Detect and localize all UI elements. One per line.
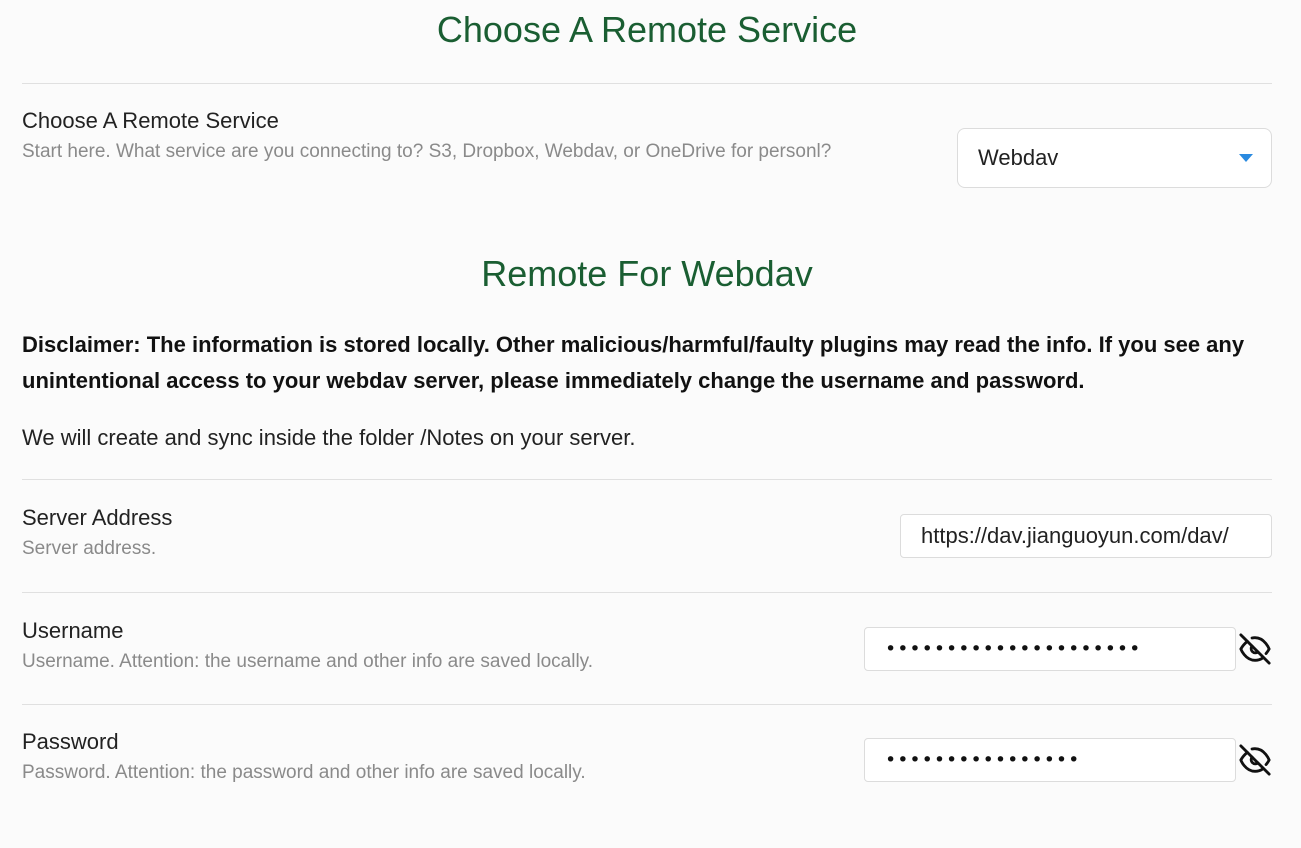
setting-info: Choose A Remote Service Start here. What… [22,108,957,170]
password-input[interactable]: •••••••••••••••• [864,738,1236,782]
dropdown-selected-value: Webdav [978,145,1059,170]
eye-off-icon[interactable] [1236,631,1272,667]
setting-name: Choose A Remote Service [22,108,279,133]
setting-description: Password. Attention: the password and ot… [22,762,586,783]
remote-service-dropdown[interactable]: Webdav [957,128,1272,188]
section-title-remote-service: Choose A Remote Service [436,9,858,50]
disclaimer-text: Disclaimer: The information is stored lo… [22,332,1245,393]
setting-name: Password [22,729,119,754]
setting-name: Server Address [22,505,173,530]
setting-description: Server address. [22,538,157,559]
setting-description: Start here. What service are you connect… [22,141,832,162]
setting-info: Username Username. Attention: the userna… [22,618,864,680]
server-address-input[interactable] [900,514,1272,558]
folder-info-text: We will create and sync inside the folde… [22,425,636,450]
setting-info: Server Address Server address. [22,505,900,567]
eye-off-icon[interactable] [1236,742,1272,778]
setting-description: Username. Attention: the username and ot… [22,650,594,672]
username-field-wrap: ••••••••••••••••••••• [864,626,1272,671]
setting-name: Username [22,617,124,643]
chevron-down-icon [1239,154,1253,162]
setting-remote-service: Choose A Remote Service Start here. What… [22,84,1272,220]
settings-page: Choose A Remote Service Choose A Remote … [0,0,1301,848]
setting-info: Password Password. Attention: the passwo… [22,729,864,791]
setting-password: Password Password. Attention: the passwo… [22,705,1272,815]
section-title-webdav: Remote For Webdav [481,253,813,294]
username-input[interactable]: ••••••••••••••••••••• [864,626,1236,671]
setting-username: Username Username. Attention: the userna… [22,593,1272,704]
password-field-wrap: •••••••••••••••• [864,738,1272,782]
setting-server-address: Server Address Server address. [22,480,1272,592]
